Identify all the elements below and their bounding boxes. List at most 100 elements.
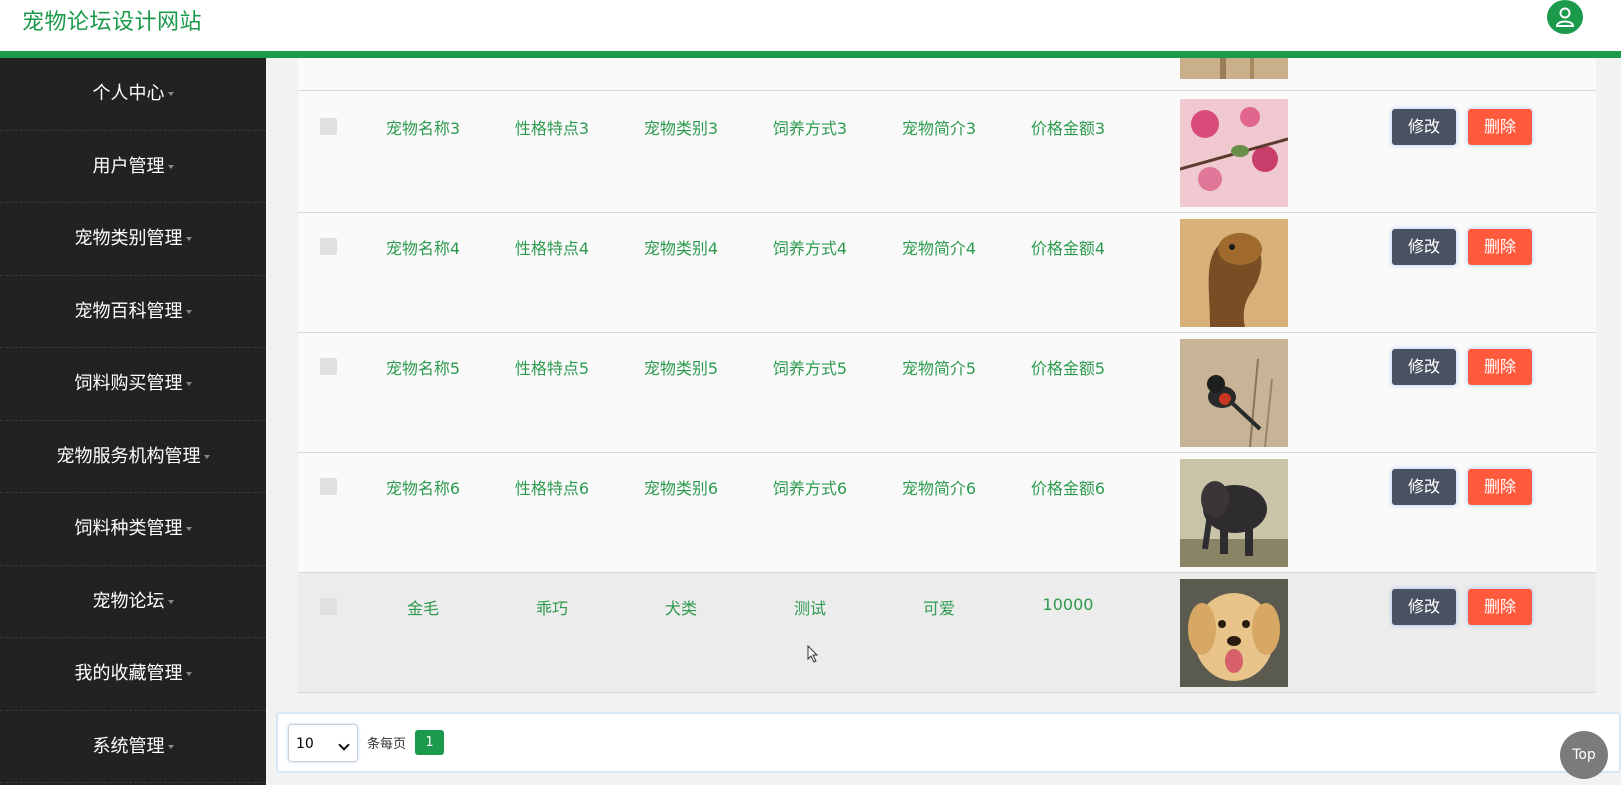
table-row: 金毛 乖巧 犬类 测试 可爱 10000 修改 删除 xyxy=(298,573,1596,693)
cell-price: 价格金额4 xyxy=(1030,239,1106,258)
sidebar-item-label: 宠物服务机构管理 xyxy=(56,445,201,467)
caret-down-icon xyxy=(185,309,192,314)
cell-price: 价格金额6 xyxy=(1030,479,1106,498)
cell-name: 宠物名称4 xyxy=(385,239,461,258)
table-row: 宠物名称4 性格特点4 宠物类别4 饲养方式4 宠物简介4 价格金额4 修改 删… xyxy=(298,213,1596,333)
delete-button[interactable]: 删除 xyxy=(1468,229,1532,265)
back-to-top-button[interactable]: Top xyxy=(1560,731,1608,779)
row-checkbox[interactable] xyxy=(320,358,337,375)
chevron-down-icon xyxy=(338,739,350,751)
caret-down-icon xyxy=(185,237,192,241)
caret-down-icon xyxy=(185,382,192,386)
caret-down-icon xyxy=(185,672,192,676)
sidebar-item-label: 我的收藏管理 xyxy=(74,663,183,684)
row-checkbox[interactable] xyxy=(320,598,337,615)
cell-feeding: 饲养方式4 xyxy=(772,239,848,258)
user-avatar-icon[interactable] xyxy=(1547,0,1583,34)
cell-name: 宠物名称5 xyxy=(385,359,461,378)
cell-feeding: 饲养方式6 xyxy=(772,479,848,498)
caret-down-icon xyxy=(203,454,210,459)
row-checkbox[interactable] xyxy=(320,238,337,255)
delete-button[interactable]: 删除 xyxy=(1468,469,1532,505)
table-row: 宠物名称6 性格特点6 宠物类别6 饲养方式6 宠物简介6 价格金额6 修改 删… xyxy=(298,453,1596,573)
caret-down-icon xyxy=(167,744,174,749)
edit-button[interactable]: 修改 xyxy=(1392,349,1456,385)
per-page-label: 条每页 xyxy=(367,737,407,752)
row-thumbnail xyxy=(1180,99,1288,207)
sidebar-item-feed-type[interactable]: 饲料种类管理 xyxy=(0,493,266,566)
sidebar-item-label: 用户管理 xyxy=(92,155,165,177)
caret-down-icon xyxy=(185,527,192,531)
cell-price: 10000 xyxy=(1042,595,1094,614)
cell-feeding: 测试 xyxy=(793,599,826,618)
pagination-bar: 10 条每页 1 xyxy=(276,712,1621,773)
sidebar-item-pet-forum[interactable]: 宠物论坛 xyxy=(0,566,266,638)
cell-category: 宠物类别5 xyxy=(643,359,719,378)
sidebar-item-label: 宠物百科管理 xyxy=(74,300,183,322)
caret-down-icon xyxy=(167,164,174,169)
cell-price: 价格金额3 xyxy=(1030,119,1106,138)
row-thumbnail xyxy=(1180,219,1288,327)
mouse-cursor-icon xyxy=(807,644,819,667)
sidebar-item-pet-category[interactable]: 宠物类别管理 xyxy=(0,203,266,276)
sidebar-item-user-management[interactable]: 用户管理 xyxy=(0,131,266,203)
table-row: 宠物名称3 性格特点3 宠物类别3 饲养方式3 宠物简介3 价格金额3 修改 删… xyxy=(298,93,1596,213)
cell-intro: 可爱 xyxy=(922,599,955,618)
edit-button[interactable]: 修改 xyxy=(1392,469,1456,505)
sidebar-item-label: 宠物论坛 xyxy=(92,590,165,612)
row-thumbnail xyxy=(1180,459,1288,567)
sidebar-item-favorites[interactable]: 我的收藏管理 xyxy=(0,638,266,711)
sidebar-item-label: 饲料购买管理 xyxy=(74,373,183,394)
cell-name: 金毛 xyxy=(406,599,439,618)
cell-intro: 宠物简介6 xyxy=(901,479,977,498)
caret-down-icon xyxy=(167,599,174,604)
page-size-select[interactable]: 10 xyxy=(288,724,358,762)
table-row xyxy=(298,58,1596,91)
sidebar-item-system[interactable]: 系统管理 xyxy=(0,711,266,783)
cell-category: 犬类 xyxy=(664,599,697,618)
cell-name: 宠物名称3 xyxy=(385,119,461,138)
cell-trait: 乖巧 xyxy=(535,599,568,618)
cell-category: 宠物类别3 xyxy=(643,119,719,138)
sidebar-item-pet-service[interactable]: 宠物服务机构管理 xyxy=(0,421,266,493)
delete-button[interactable]: 删除 xyxy=(1468,109,1532,145)
edit-button[interactable]: 修改 xyxy=(1392,229,1456,265)
page-size-value: 10 xyxy=(296,736,314,752)
sidebar-item-label: 饲料种类管理 xyxy=(74,518,183,539)
site-title: 宠物论坛设计网站 xyxy=(22,10,203,35)
sidebar-item-label: 个人中心 xyxy=(92,83,165,104)
row-checkbox[interactable] xyxy=(320,118,337,135)
cell-trait: 性格特点5 xyxy=(514,359,590,378)
cell-feeding: 饲养方式3 xyxy=(772,119,848,138)
cell-category: 宠物类别4 xyxy=(643,239,719,258)
sidebar-item-feed-purchase[interactable]: 饲料购买管理 xyxy=(0,348,266,421)
row-thumbnail xyxy=(1180,58,1288,79)
edit-button[interactable]: 修改 xyxy=(1392,589,1456,625)
sidebar-item-personal-center[interactable]: 个人中心 xyxy=(0,58,266,131)
cell-category: 宠物类别6 xyxy=(643,479,719,498)
cell-intro: 宠物简介3 xyxy=(901,119,977,138)
sidebar-item-label: 系统管理 xyxy=(92,735,165,757)
cell-feeding: 饲养方式5 xyxy=(772,359,848,378)
row-checkbox[interactable] xyxy=(320,478,337,495)
delete-button[interactable]: 删除 xyxy=(1468,349,1532,385)
cell-trait: 性格特点6 xyxy=(514,479,590,498)
row-thumbnail xyxy=(1180,339,1288,447)
data-table: 宠物名称3 性格特点3 宠物类别3 饲养方式3 宠物简介3 价格金额3 修改 删… xyxy=(298,58,1596,693)
table-row: 宠物名称5 性格特点5 宠物类别5 饲养方式5 宠物简介5 价格金额5 修改 删… xyxy=(298,333,1596,453)
delete-button[interactable]: 删除 xyxy=(1468,589,1532,625)
cell-trait: 性格特点4 xyxy=(514,239,590,258)
edit-button[interactable]: 修改 xyxy=(1392,109,1456,145)
cell-trait: 性格特点3 xyxy=(514,119,590,138)
cell-name: 宠物名称6 xyxy=(385,479,461,498)
top-header: 宠物论坛设计网站 xyxy=(0,0,1621,58)
sidebar: 个人中心 用户管理 宠物类别管理 宠物百科管理 饲料购买管理 宠物服务机构管理 … xyxy=(0,58,266,785)
cell-intro: 宠物简介4 xyxy=(901,239,977,258)
sidebar-item-pet-encyclopedia[interactable]: 宠物百科管理 xyxy=(0,276,266,348)
page-number-button[interactable]: 1 xyxy=(415,730,444,755)
cell-price: 价格金额5 xyxy=(1030,359,1106,378)
row-thumbnail xyxy=(1180,579,1288,687)
caret-down-icon xyxy=(167,92,174,96)
sidebar-item-label: 宠物类别管理 xyxy=(74,228,183,249)
cell-intro: 宠物简介5 xyxy=(901,359,977,378)
